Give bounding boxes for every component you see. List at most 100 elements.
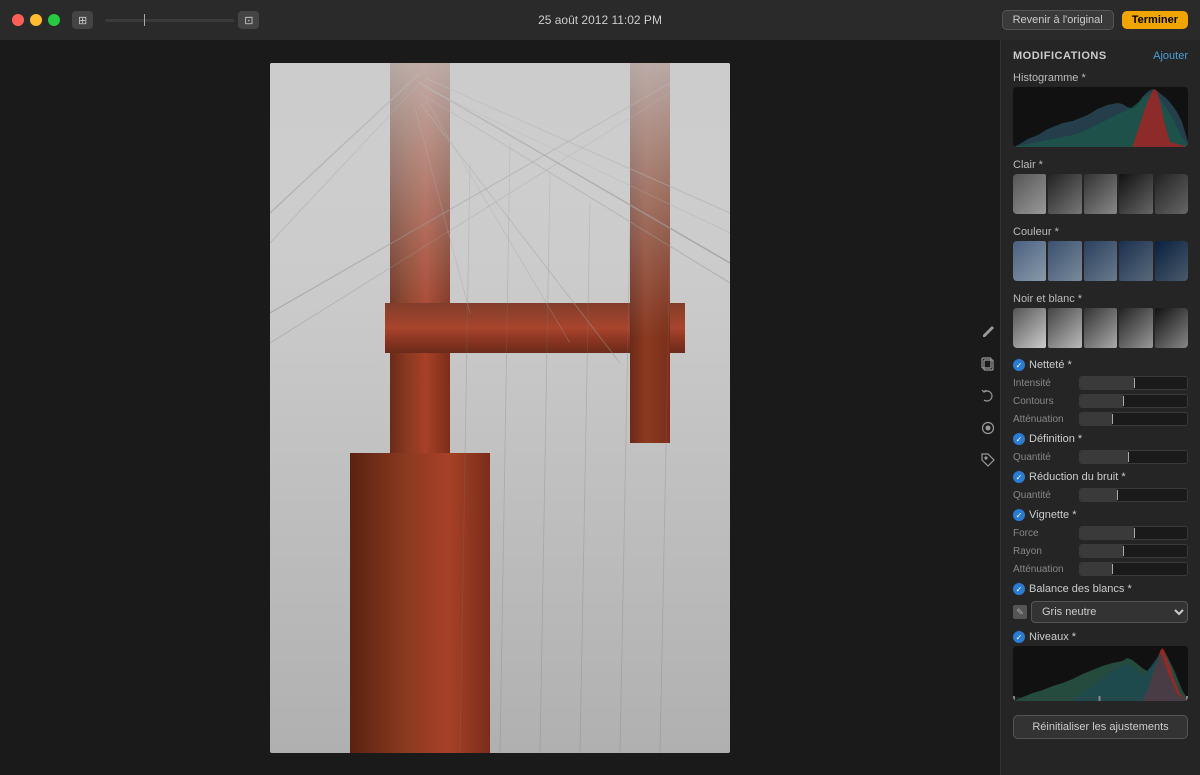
reduction-section: ✓ Réduction du bruit * Quantité [1001, 468, 1200, 504]
couleur-label: Couleur * [1001, 222, 1200, 241]
balance-check[interactable]: ✓ [1013, 583, 1025, 595]
couleur-thumb-3[interactable] [1084, 241, 1117, 281]
histogram-container [1013, 87, 1188, 147]
mist-overlay [270, 63, 730, 339]
balance-section: ✓ Balance des blancs * ✎ Gris neutre [1001, 580, 1200, 626]
nettete-contours-row: Contours [1001, 392, 1200, 410]
tag-tool-icon[interactable] [976, 448, 1000, 472]
rotate-tool-icon[interactable] [976, 384, 1000, 408]
histogram-label: Histogramme * [1001, 68, 1200, 87]
couleur-thumb-2[interactable] [1048, 241, 1081, 281]
nb-thumb-4[interactable] [1119, 308, 1152, 348]
clair-thumb-5[interactable] [1155, 174, 1188, 214]
couleur-strip [1013, 241, 1188, 281]
vignette-header: ✓ Vignette * [1001, 506, 1200, 524]
revert-button[interactable]: Revenir à l'original [1002, 10, 1114, 30]
nettete-title: Netteté * [1029, 359, 1188, 371]
maximize-button[interactable] [48, 14, 60, 26]
nettete-contours-track [1079, 394, 1188, 408]
vignette-title: Vignette * [1029, 509, 1188, 521]
nettete-attenuation-row: Atténuation [1001, 410, 1200, 428]
titlebar: ⊞ ⊡ 25 août 2012 11:02 PM Revenir à l'or… [0, 0, 1200, 40]
vignette-rayon-row: Rayon [1001, 542, 1200, 560]
reduction-quantite-row: Quantité [1001, 486, 1200, 504]
photo-date: 25 août 2012 11:02 PM [538, 13, 662, 27]
clair-thumb-1[interactable] [1013, 174, 1046, 214]
nettete-intensite-row: Intensité [1001, 374, 1200, 392]
vignette-rayon-label: Rayon [1013, 546, 1073, 557]
nettete-contours-label: Contours [1013, 396, 1073, 407]
vignette-attenuation-label: Atténuation [1013, 564, 1073, 575]
niveaux-section: ✓ Niveaux * [1001, 628, 1200, 707]
reduction-quantite-label: Quantité [1013, 490, 1073, 501]
photo-area [0, 40, 1000, 775]
balance-select[interactable]: Gris neutre [1031, 601, 1188, 623]
photo-background [270, 63, 730, 753]
done-button[interactable]: Terminer [1122, 11, 1188, 29]
modifications-label: MODIFICATIONS [1013, 50, 1107, 62]
niveaux-histogram [1013, 646, 1188, 701]
close-button[interactable] [12, 14, 24, 26]
reduction-quantite-track [1079, 488, 1188, 502]
main-area: MODIFICATIONS Ajouter Histogramme * Clai… [0, 40, 1200, 775]
balance-row: ✎ Gris neutre [1001, 598, 1200, 626]
noir-blanc-label: Noir et blanc * [1001, 289, 1200, 308]
couleur-thumb-1[interactable] [1013, 241, 1046, 281]
balance-header: ✓ Balance des blancs * [1001, 580, 1200, 598]
noir-blanc-strip [1013, 308, 1188, 348]
ajouter-button[interactable]: Ajouter [1153, 50, 1188, 62]
balance-eyedropper-icon: ✎ [1013, 605, 1027, 619]
view-mode-button[interactable]: ⊞ [72, 11, 93, 29]
clair-thumb-4[interactable] [1119, 174, 1152, 214]
niveaux-title: Niveaux * [1029, 631, 1188, 643]
nettete-attenuation-track [1079, 412, 1188, 426]
compare-button[interactable]: ⊡ [238, 11, 259, 29]
titlebar-actions: Revenir à l'original Terminer [1002, 10, 1188, 30]
copy-tool-icon[interactable] [976, 352, 1000, 376]
nb-thumb-3[interactable] [1084, 308, 1117, 348]
photo-container [270, 63, 730, 753]
couleur-thumb-4[interactable] [1119, 241, 1152, 281]
reduction-header: ✓ Réduction du bruit * [1001, 468, 1200, 486]
clair-thumb-3[interactable] [1084, 174, 1117, 214]
nettete-attenuation-label: Atténuation [1013, 414, 1073, 425]
histogram-svg [1013, 87, 1188, 147]
nettete-header: ✓ Netteté * [1001, 356, 1200, 374]
pencil-tool-icon[interactable] [976, 320, 1000, 344]
panel-header: MODIFICATIONS Ajouter [1001, 40, 1200, 68]
right-panel: MODIFICATIONS Ajouter Histogramme * Clai… [1000, 40, 1200, 775]
niveaux-svg [1013, 646, 1188, 701]
definition-quantite-label: Quantité [1013, 452, 1073, 463]
nb-thumb-1[interactable] [1013, 308, 1046, 348]
definition-quantite-row: Quantité [1001, 448, 1200, 466]
vignette-check[interactable]: ✓ [1013, 509, 1025, 521]
definition-title: Définition * [1029, 433, 1188, 445]
vignette-section: ✓ Vignette * Force Rayon Atténuation [1001, 506, 1200, 578]
nettete-section: ✓ Netteté * Intensité Contours Atténuati… [1001, 356, 1200, 428]
vignette-force-track [1079, 526, 1188, 540]
settings-tool-icon[interactable] [976, 416, 1000, 440]
couleur-thumb-5[interactable] [1155, 241, 1188, 281]
nettete-intensite-track [1079, 376, 1188, 390]
clair-thumb-2[interactable] [1048, 174, 1081, 214]
traffic-lights [12, 14, 60, 26]
zoom-slider[interactable] [105, 19, 234, 22]
niveaux-header: ✓ Niveaux * [1001, 628, 1200, 646]
definition-header: ✓ Définition * [1001, 430, 1200, 448]
minimize-button[interactable] [30, 14, 42, 26]
view-controls: ⊞ ⊡ [72, 11, 259, 29]
vignette-force-row: Force [1001, 524, 1200, 542]
clair-strip [1013, 174, 1188, 214]
clair-label: Clair * [1001, 155, 1200, 174]
reduction-check[interactable]: ✓ [1013, 471, 1025, 483]
nb-thumb-2[interactable] [1048, 308, 1081, 348]
nettete-check[interactable]: ✓ [1013, 359, 1025, 371]
nettete-intensite-label: Intensité [1013, 378, 1073, 389]
niveaux-check[interactable]: ✓ [1013, 631, 1025, 643]
nb-thumb-5[interactable] [1155, 308, 1188, 348]
vignette-attenuation-row: Atténuation [1001, 560, 1200, 578]
definition-check[interactable]: ✓ [1013, 433, 1025, 445]
tools-panel [976, 320, 1000, 472]
base-structure [350, 453, 490, 753]
reset-button[interactable]: Réinitialiser les ajustements [1013, 715, 1188, 739]
